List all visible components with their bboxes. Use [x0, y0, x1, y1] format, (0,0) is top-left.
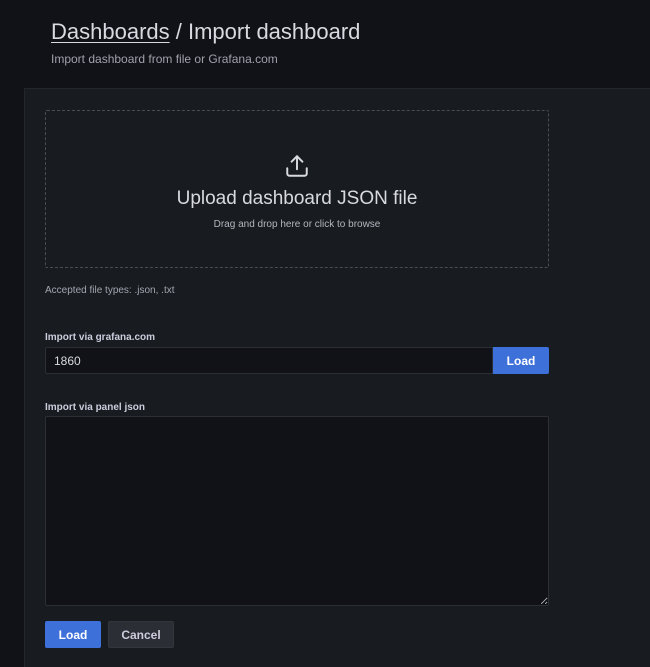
page-title: Dashboards / Import dashboard — [51, 18, 360, 46]
import-panel: Upload dashboard JSON file Drag and drop… — [24, 88, 650, 667]
dropzone-hint: Drag and drop here or click to browse — [213, 219, 381, 230]
page-header: Dashboards / Import dashboard Import das… — [51, 18, 360, 66]
breadcrumb-separator: / — [169, 19, 188, 44]
grafana-com-label: Import via grafana.com — [45, 332, 156, 343]
page-title-text: Import dashboard — [187, 19, 361, 44]
load-button[interactable]: Load — [45, 621, 101, 648]
file-dropzone[interactable]: Upload dashboard JSON file Drag and drop… — [45, 110, 549, 268]
page-subtitle: Import dashboard from file or Grafana.co… — [51, 52, 278, 66]
upload-icon — [286, 155, 308, 177]
grafana-com-load-button[interactable]: Load — [493, 347, 549, 374]
panel-json-textarea[interactable] — [45, 416, 549, 606]
dropzone-title: Upload dashboard JSON file — [176, 188, 418, 209]
panel-json-label: Import via panel json — [45, 402, 146, 413]
cancel-button[interactable]: Cancel — [108, 621, 174, 648]
grafana-com-input[interactable] — [45, 347, 493, 374]
breadcrumb-dashboards-link[interactable]: Dashboards — [51, 19, 170, 44]
accepted-file-types: Accepted file types: .json, .txt — [45, 285, 175, 296]
